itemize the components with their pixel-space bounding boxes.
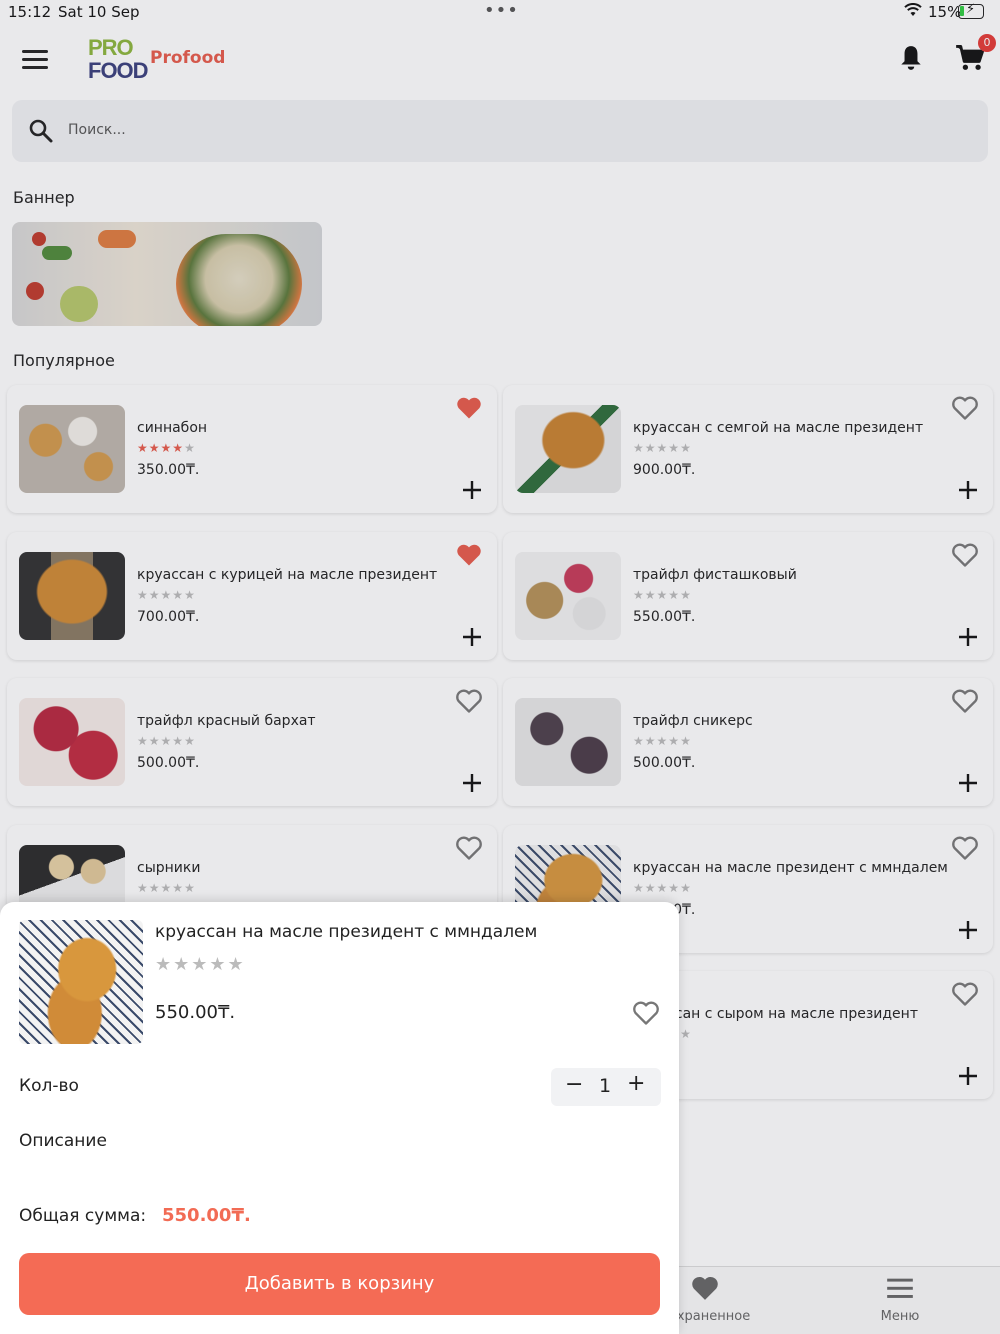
rating-stars: ★★★★★	[633, 880, 692, 895]
heart-outline-icon[interactable]	[455, 688, 483, 718]
product-detail-sheet: круассан на масле президент с ммндалем ★…	[0, 902, 679, 1334]
product-card[interactable]: трайфл фисташковый ★★★★★ 550.00₸.	[503, 531, 993, 660]
search-input[interactable]: Поиск...	[68, 122, 126, 138]
product-thumbnail	[515, 698, 621, 786]
rating-stars: ★★★★★	[155, 954, 246, 975]
total-label: Общая сумма:	[19, 1206, 147, 1226]
product-name: круассан с семгой на масле президент	[633, 420, 924, 436]
product-price: 500.00₸.	[633, 755, 696, 771]
status-time: 15:12	[8, 3, 52, 21]
product-thumbnail	[515, 551, 621, 640]
add-plus-icon[interactable]	[957, 626, 979, 652]
product-price: 550.00₸.	[155, 1002, 236, 1023]
quantity-value: 1	[599, 1075, 612, 1097]
product-thumbnail	[19, 551, 125, 640]
product-price: 900.00₸.	[633, 462, 696, 478]
product-image	[19, 920, 143, 1044]
product-thumbnail	[19, 698, 125, 786]
heart-filled-icon[interactable]	[455, 395, 483, 425]
status-bar: 15:12 Sat 10 Sep ••• 15% ⚡	[0, 0, 1000, 26]
quantity-stepper: − 1 +	[551, 1068, 661, 1106]
add-plus-icon[interactable]	[957, 1065, 979, 1091]
rating-stars: ★★★★★	[137, 734, 196, 748]
rating-stars: ★★★★★	[137, 587, 196, 602]
product-name: сырники	[137, 859, 201, 876]
rating-stars: ★★★★★	[137, 880, 196, 895]
product-price: 550.00₸.	[633, 608, 696, 625]
product-card[interactable]: круассан с курицей на масле президент ★★★…	[7, 531, 497, 660]
heart-outline-icon[interactable]	[951, 542, 979, 572]
popular-section-title: Популярное	[13, 351, 115, 370]
product-thumbnail	[515, 405, 621, 493]
app-screen: 15:12 Sat 10 Sep ••• 15% ⚡ PRO FOOD Prof…	[0, 0, 1000, 1334]
heart-outline-icon[interactable]	[951, 981, 979, 1011]
product-name: трайфл фисташковый	[633, 566, 797, 583]
heart-outline-icon[interactable]	[455, 835, 483, 865]
cart-count-badge: 0	[978, 34, 996, 52]
rating-stars: ★★★★★	[633, 441, 692, 455]
increment-button[interactable]: +	[627, 1071, 645, 1096]
product-name: трайфл сникерс	[633, 713, 753, 729]
battery-icon: ⚡	[958, 2, 984, 19]
tab-menu[interactable]: Меню	[860, 1275, 940, 1324]
decrement-button[interactable]: −	[565, 1072, 583, 1097]
rating-stars: ★★★★★	[633, 734, 692, 748]
product-card[interactable]: трайфл красный бархат ★★★★★ 500.00₸.	[7, 678, 497, 806]
product-name: круассан на масле президент с ммндалем	[633, 859, 948, 876]
add-plus-icon[interactable]	[957, 772, 979, 798]
rating-stars: ★★★★★	[633, 587, 692, 602]
product-price: 700.00₸.	[137, 608, 200, 625]
banner-section-title: Баннер	[13, 188, 75, 207]
add-to-cart-button[interactable]: Добавить в корзину	[19, 1253, 660, 1315]
add-plus-icon[interactable]	[461, 479, 483, 505]
brand-name: Profood	[150, 48, 226, 68]
multitask-dots-icon[interactable]: •••	[484, 0, 519, 21]
heart-filled-icon[interactable]	[455, 542, 483, 572]
heart-outline-icon[interactable]	[632, 1000, 660, 1030]
product-card[interactable]: синнабон ★★★★★ 350.00₸.	[7, 385, 497, 513]
add-plus-icon[interactable]	[461, 626, 483, 652]
menu-icon	[887, 1278, 913, 1298]
app-header: PRO FOOD Profood 0	[0, 26, 1000, 96]
quantity-label: Кол-во	[19, 1076, 79, 1096]
search-icon	[28, 118, 54, 148]
add-plus-icon[interactable]	[957, 479, 979, 505]
heart-icon	[692, 1277, 718, 1300]
wifi-icon	[904, 3, 922, 21]
heart-outline-icon[interactable]	[951, 688, 979, 718]
total-value: 550.00₸.	[162, 1205, 251, 1226]
product-price: 350.00₸.	[137, 462, 200, 478]
promo-banner-image[interactable]	[12, 222, 322, 326]
product-title: круассан на масле президент с ммндалем	[155, 922, 538, 942]
product-thumbnail	[19, 405, 125, 493]
product-name: синнабон	[137, 420, 208, 436]
product-name: трайфл красный бархат	[137, 713, 316, 729]
heart-outline-icon[interactable]	[951, 835, 979, 865]
battery-percent: 15%	[928, 3, 962, 21]
add-plus-icon[interactable]	[461, 772, 483, 798]
description-label: Описание	[19, 1131, 107, 1151]
product-name: круассан с курицей на масле президент	[137, 566, 438, 583]
heart-outline-icon[interactable]	[951, 395, 979, 425]
rating-stars: ★★★★★	[137, 441, 196, 455]
search-bar[interactable]: Поиск...	[12, 100, 988, 162]
product-price: 500.00₸.	[137, 755, 200, 771]
profood-logo[interactable]: PRO FOOD	[88, 36, 149, 86]
product-card[interactable]: круассан с семгой на масле президент ★★★★…	[503, 385, 993, 513]
bell-icon[interactable]	[898, 44, 924, 76]
add-plus-icon[interactable]	[957, 919, 979, 945]
status-date: Sat 10 Sep	[58, 3, 140, 21]
product-card[interactable]: трайфл сникерс ★★★★★ 500.00₸.	[503, 678, 993, 806]
hamburger-menu-icon[interactable]	[22, 50, 48, 70]
